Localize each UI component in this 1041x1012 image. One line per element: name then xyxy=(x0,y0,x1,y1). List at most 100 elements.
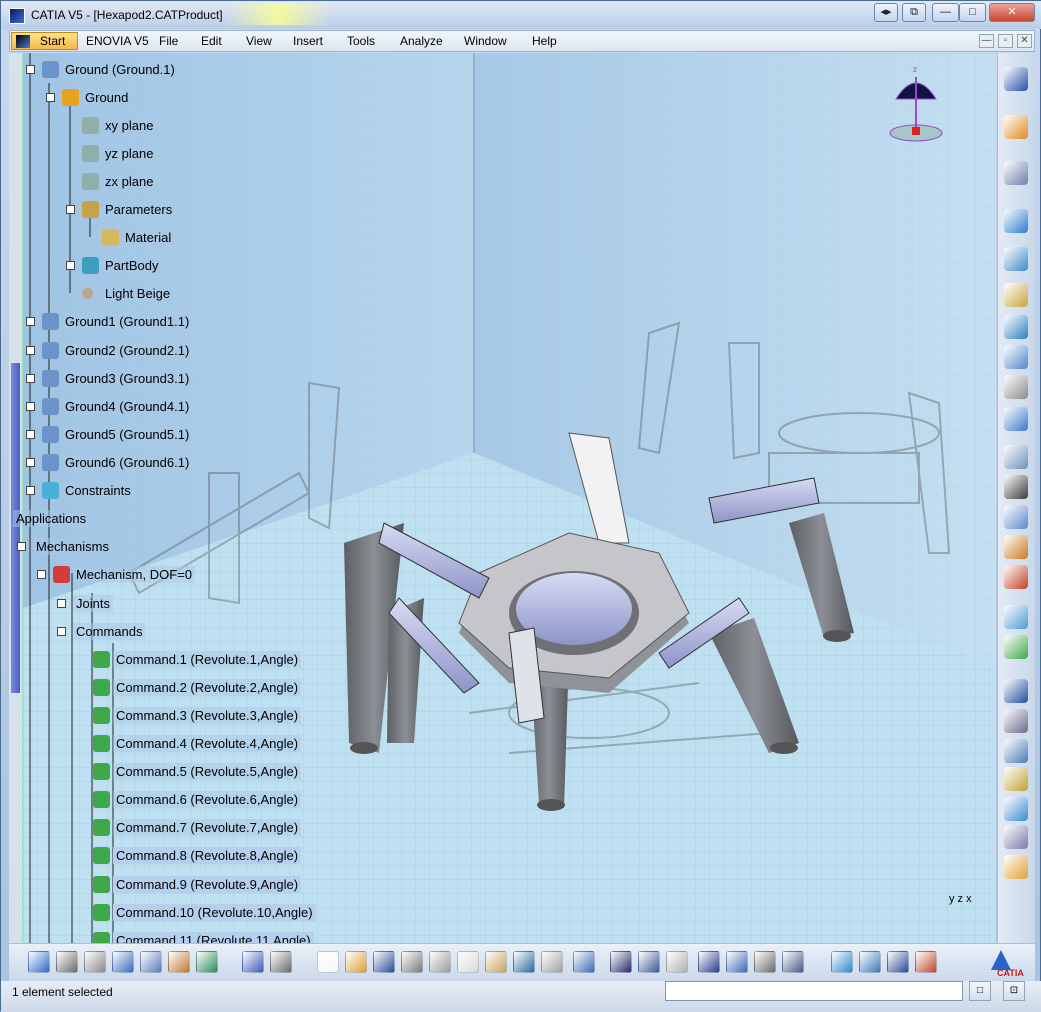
tree-expand-toggle[interactable] xyxy=(26,458,35,467)
undo-icon[interactable] xyxy=(513,951,535,973)
compass-icon[interactable]: z xyxy=(882,63,952,143)
tree-expand-toggle[interactable] xyxy=(37,570,46,579)
hierarchy-icon[interactable] xyxy=(726,951,748,973)
3d-viewport[interactable]: Ground (Ground.1) Ground xy plane yz plane z… xyxy=(9,53,996,943)
comment-icon[interactable] xyxy=(638,951,660,973)
catia-app-icon[interactable] xyxy=(9,8,25,24)
menu-edit[interactable]: Edit xyxy=(201,34,222,48)
pan-icon[interactable] xyxy=(887,951,909,973)
replay-icon[interactable] xyxy=(1004,505,1028,529)
maximize-button[interactable]: □ xyxy=(959,3,986,22)
mdi-restore-button[interactable]: ▫ xyxy=(998,34,1013,48)
tree-expand-toggle[interactable] xyxy=(66,261,75,270)
command-icon xyxy=(93,932,110,943)
menu-enovia[interactable]: ENOVIA V5 xyxy=(86,34,149,48)
menu-window[interactable]: Window xyxy=(464,34,507,48)
tile-button[interactable]: ⧉ xyxy=(902,3,926,22)
fly-icon[interactable] xyxy=(831,951,853,973)
tree-expand-toggle[interactable] xyxy=(57,599,66,608)
minimize-button[interactable]: — xyxy=(932,3,959,22)
whats-this-icon[interactable] xyxy=(573,951,595,973)
snap-icon[interactable] xyxy=(1004,161,1028,185)
tree-expand-toggle[interactable] xyxy=(26,402,35,411)
command-icon xyxy=(93,819,110,836)
knowledge-icon[interactable] xyxy=(782,951,804,973)
status-button-1[interactable]: □ xyxy=(969,981,991,1001)
swept-volume-icon[interactable] xyxy=(1004,679,1028,703)
update-icon[interactable] xyxy=(1004,247,1028,271)
menu-insert[interactable]: Insert xyxy=(293,34,323,48)
clash-icon[interactable] xyxy=(1004,445,1028,469)
table-icon[interactable] xyxy=(698,951,720,973)
switch-windows-button[interactable]: ◂▸ xyxy=(874,3,898,22)
copy-icon[interactable] xyxy=(457,951,479,973)
title-bar[interactable]: CATIA V5 - [Hexapod2.CATProduct] ◂▸ ⧉ — … xyxy=(1,1,1041,29)
tree-expand-toggle[interactable] xyxy=(26,65,35,74)
tree-expand-toggle[interactable] xyxy=(26,374,35,383)
rotate-icon[interactable] xyxy=(1004,209,1028,233)
redo-icon[interactable] xyxy=(541,951,563,973)
last-frame-icon[interactable] xyxy=(84,951,106,973)
manipulate-icon[interactable] xyxy=(1004,283,1028,307)
compass-reset-icon[interactable] xyxy=(140,951,162,973)
sensors-icon[interactable] xyxy=(1004,565,1028,589)
save-icon[interactable] xyxy=(373,951,395,973)
plane-icon xyxy=(82,173,99,190)
target-icon[interactable] xyxy=(28,951,50,973)
light-icon[interactable] xyxy=(666,951,688,973)
tree-expand-toggle[interactable] xyxy=(57,627,66,636)
formula-icon[interactable] xyxy=(610,951,632,973)
close-button[interactable]: ✕ xyxy=(989,3,1035,22)
paste-icon[interactable] xyxy=(485,951,507,973)
menu-analyze[interactable]: Analyze xyxy=(400,34,443,48)
cut-icon[interactable] xyxy=(429,951,451,973)
cut-view-icon[interactable] xyxy=(270,951,292,973)
menu-help[interactable]: Help xyxy=(532,34,557,48)
mdi-minimize-button[interactable]: — xyxy=(979,34,994,48)
first-frame-icon[interactable] xyxy=(56,951,78,973)
explode-icon[interactable] xyxy=(1004,407,1028,431)
simulate-icon[interactable] xyxy=(1004,475,1028,499)
command-input[interactable] xyxy=(665,981,963,1001)
tree-expand-toggle[interactable] xyxy=(46,93,55,102)
menu-file[interactable]: File xyxy=(159,34,178,48)
fit-all-icon[interactable] xyxy=(859,951,881,973)
constraint-icon[interactable] xyxy=(1004,345,1028,369)
window-title: CATIA V5 - [Hexapod2.CATProduct] xyxy=(31,8,223,22)
tree-expand-toggle[interactable] xyxy=(26,346,35,355)
anchor-icon[interactable] xyxy=(1004,315,1028,339)
rotate-view-icon[interactable] xyxy=(915,951,937,973)
tree-node-label: Ground1 (Ground1.1) xyxy=(62,313,193,330)
measure-icon[interactable] xyxy=(242,951,264,973)
joint-icon[interactable] xyxy=(1004,825,1028,849)
law-icon[interactable] xyxy=(1004,605,1028,629)
new-icon[interactable] xyxy=(317,951,339,973)
open-icon[interactable] xyxy=(345,951,367,973)
kinematics-icon[interactable] xyxy=(1004,797,1028,821)
tree-expand-toggle[interactable] xyxy=(26,486,35,495)
fixed-part-icon[interactable] xyxy=(1004,855,1028,879)
tree-expand-toggle[interactable] xyxy=(26,317,35,326)
tree-expand-toggle[interactable] xyxy=(26,430,35,439)
catia-compass-icon[interactable] xyxy=(1004,67,1028,91)
print-icon[interactable] xyxy=(401,951,423,973)
color-icon[interactable] xyxy=(196,951,218,973)
select-arrow-icon[interactable] xyxy=(1004,115,1028,139)
distance-icon[interactable] xyxy=(1004,739,1028,763)
mechanism-analysis-icon[interactable] xyxy=(1004,767,1028,791)
tree-expand-toggle[interactable] xyxy=(17,542,26,551)
sequence-icon[interactable] xyxy=(1004,535,1028,559)
trace-icon[interactable] xyxy=(1004,709,1028,733)
tree-node-label: Ground2 (Ground2.1) xyxy=(62,342,193,359)
menu-view[interactable]: View xyxy=(246,34,272,48)
tree-expand-toggle[interactable] xyxy=(66,205,75,214)
zoom-icon[interactable] xyxy=(112,951,134,973)
mdi-close-button[interactable]: ✕ xyxy=(1017,34,1032,48)
status-button-2[interactable]: ⊡ xyxy=(1003,981,1025,1001)
lock-icon[interactable] xyxy=(754,951,776,973)
menu-start[interactable]: Start xyxy=(11,32,78,50)
fix-icon[interactable] xyxy=(1004,375,1028,399)
render-icon[interactable] xyxy=(168,951,190,973)
menu-tools[interactable]: Tools xyxy=(347,34,375,48)
speed-icon[interactable] xyxy=(1004,635,1028,659)
